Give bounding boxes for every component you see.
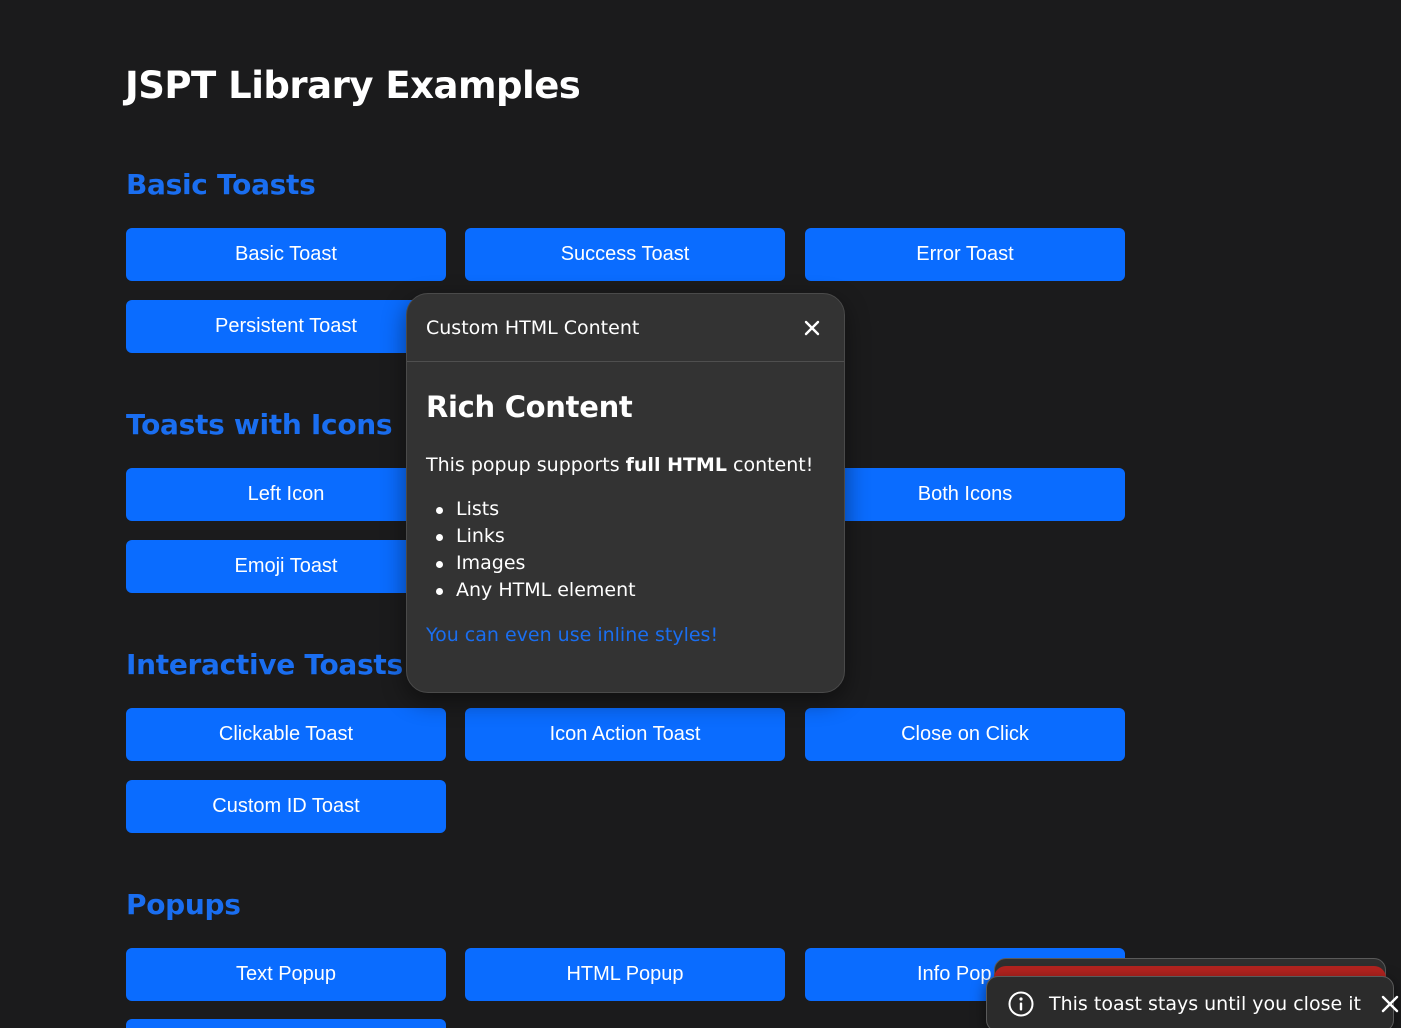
list-item: Links bbox=[436, 523, 824, 550]
popup-header: Custom HTML Content bbox=[407, 294, 844, 362]
html-popup-button[interactable]: HTML Popup bbox=[465, 948, 785, 1001]
left-icon-button[interactable]: Left Icon bbox=[126, 468, 446, 521]
next-popup-button[interactable] bbox=[126, 1019, 446, 1028]
popup-text-before: This popup supports bbox=[426, 454, 626, 476]
both-icons-button[interactable]: Both Icons bbox=[805, 468, 1125, 521]
popup-title: Custom HTML Content bbox=[426, 316, 640, 339]
popup-body: Rich Content This popup supports full HT… bbox=[407, 362, 844, 646]
error-toast-button[interactable]: Error Toast bbox=[805, 228, 1125, 281]
toast-message: This toast stays until you close it bbox=[1049, 993, 1361, 1015]
custom-html-popup: Custom HTML Content Rich Content This po… bbox=[406, 293, 845, 693]
popup-text-bold: full HTML bbox=[625, 454, 727, 476]
close-icon[interactable] bbox=[1379, 993, 1401, 1015]
section-title-basic-toasts: Basic Toasts bbox=[126, 168, 316, 201]
icon-action-toast-button[interactable]: Icon Action Toast bbox=[465, 708, 785, 761]
basic-toast-button[interactable]: Basic Toast bbox=[126, 228, 446, 281]
clickable-toast-button[interactable]: Clickable Toast bbox=[126, 708, 446, 761]
text-popup-button[interactable]: Text Popup bbox=[126, 948, 446, 1001]
custom-id-toast-button[interactable]: Custom ID Toast bbox=[126, 780, 446, 833]
page: JSPT Library Examples Basic Toasts Basic… bbox=[0, 0, 1401, 1028]
list-item: Lists bbox=[436, 496, 824, 523]
popup-text-after: content! bbox=[726, 454, 814, 476]
popup-styled-text: You can even use inline styles! bbox=[426, 624, 719, 646]
emoji-toast-button[interactable]: Emoji Toast bbox=[126, 540, 446, 593]
page-title: JSPT Library Examples bbox=[125, 64, 581, 107]
list-item: Images bbox=[436, 550, 824, 577]
info-icon bbox=[1007, 990, 1035, 1018]
section-title-toasts-with-icons: Toasts with Icons bbox=[126, 408, 393, 441]
section-title-interactive-toasts: Interactive Toasts bbox=[126, 648, 403, 681]
close-on-click-button[interactable]: Close on Click bbox=[805, 708, 1125, 761]
section-title-popups: Popups bbox=[126, 888, 241, 921]
popup-heading: Rich Content bbox=[426, 390, 633, 424]
popup-feature-list: Lists Links Images Any HTML element bbox=[426, 496, 824, 604]
list-item: Any HTML element bbox=[436, 577, 824, 604]
success-toast-button[interactable]: Success Toast bbox=[465, 228, 785, 281]
close-icon[interactable] bbox=[800, 316, 824, 340]
persistent-toast[interactable]: This toast stays until you close it bbox=[986, 976, 1399, 1028]
popup-description: This popup supports full HTML content! bbox=[426, 454, 824, 476]
persistent-toast-button[interactable]: Persistent Toast bbox=[126, 300, 446, 353]
